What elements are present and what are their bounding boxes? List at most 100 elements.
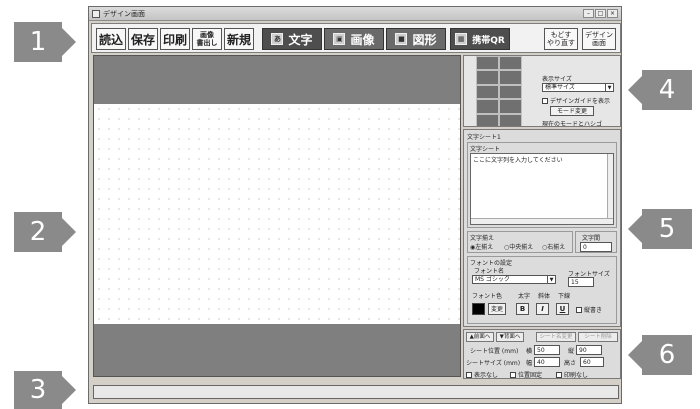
print-button[interactable]: 印刷 <box>160 28 190 50</box>
callout-3-label: 3 <box>14 371 62 409</box>
close-icon[interactable]: × <box>607 9 618 18</box>
font-size-stepper[interactable]: 15 <box>568 277 594 287</box>
main-toolbar: 読込 保存 印刷 画像 書出し 新規 あ 文字 ▣ 画像 ■ 図形 ▦ 携帯QR… <box>91 23 621 53</box>
checkbox-icon <box>542 97 548 104</box>
shape-mode-button[interactable]: ■ 図形 <box>386 28 446 50</box>
qr-mode-label: 携帯QR <box>472 35 505 46</box>
italic-label: 斜体 <box>538 293 551 300</box>
align-right-label: 右揃え <box>547 244 566 251</box>
design-guide-label: デザインガイドを表示 <box>550 98 611 105</box>
image-mode-button[interactable]: ▣ 画像 <box>324 28 384 50</box>
thumbnail-cell[interactable] <box>499 113 522 126</box>
align-left-radio[interactable]: ◉左揃え <box>470 242 493 251</box>
vertical-writing-label: 縦書き <box>584 307 603 314</box>
thumbnail-cell[interactable] <box>499 84 522 100</box>
callout-3-arrow <box>62 376 76 404</box>
thumbnail-cell[interactable] <box>476 70 499 85</box>
text-input-area[interactable]: ここに文字列を入力してください <box>470 153 614 225</box>
design-screen-button[interactable]: デザイン 画面 <box>582 28 616 50</box>
text-mode-button[interactable]: あ 文字 <box>262 28 322 50</box>
y-value: 90 <box>579 347 587 354</box>
app-window: デザイン画面 – □ × 読込 保存 印刷 画像 書出し 新規 あ 文字 ▣ 画… <box>88 6 622 404</box>
x-value: 50 <box>537 347 545 354</box>
callout-6-arrow <box>628 341 642 369</box>
hide-checkbox[interactable]: 表示なし <box>466 370 498 379</box>
spacing-value: 0 <box>583 244 587 251</box>
thumbnail-grid[interactable] <box>476 56 522 126</box>
text-sheet-group-label: 文字シート <box>470 146 501 153</box>
thumbnail-cell[interactable] <box>499 56 522 71</box>
app-icon <box>92 10 100 18</box>
thumbnail-cell[interactable] <box>499 70 522 85</box>
qr-mode-button[interactable]: ▦ 携帯QR <box>450 28 510 50</box>
bring-front-button[interactable]: ▲前面へ <box>466 332 494 342</box>
font-name-select[interactable]: MS ゴシック ▼ <box>472 275 556 284</box>
display-size-select[interactable]: 標準サイズ ▼ <box>542 83 614 92</box>
callout-1-label: 1 <box>14 22 62 62</box>
delete-sheet-button[interactable]: シート削除 <box>578 332 618 342</box>
underline-label: 下線 <box>558 293 571 300</box>
vertical-writing-checkbox[interactable]: 縦書き <box>576 305 602 314</box>
no-print-checkbox[interactable]: 印刷なし <box>556 370 588 379</box>
window-controls: – □ × <box>583 9 618 18</box>
italic-button[interactable]: I <box>536 303 549 315</box>
height-stepper[interactable]: 60 <box>580 357 604 367</box>
display-size-label: 表示サイズ <box>542 76 572 83</box>
font-color-label: フォント色 <box>472 293 503 300</box>
lock-position-label: 位置固定 <box>518 372 543 379</box>
design-screen-label: デザイン 画面 <box>585 31 613 47</box>
sheet-position-panel: ▲前面へ ▼背面へ シート名変更 シート削除 シート位置 (mm) 横 50 縦… <box>463 329 621 379</box>
callout-5-label: 5 <box>642 209 692 249</box>
spacing-group: 文字間 0 <box>575 231 617 253</box>
hide-label: 表示なし <box>474 372 499 379</box>
font-settings-group: フォントの設定 フォント名 MS ゴシック ▼ フォントサイズ 15 フォント色… <box>467 256 617 324</box>
design-canvas[interactable] <box>93 55 461 377</box>
image-icon: ▣ <box>333 33 346 45</box>
checkbox-icon <box>556 371 562 378</box>
x-stepper[interactable]: 50 <box>534 345 560 355</box>
width-stepper[interactable]: 40 <box>534 357 560 367</box>
undo-redo-button[interactable]: もどす やり直す <box>544 28 578 50</box>
font-color-swatch[interactable] <box>472 303 485 315</box>
display-panel: 表示サイズ 標準サイズ ▼ デザインガイドを表示 モード変更 現在のモードとハシ… <box>463 55 621 127</box>
bold-button[interactable]: B <box>516 303 529 315</box>
change-color-button[interactable]: 変更 <box>488 303 506 315</box>
thumbnail-cell[interactable] <box>499 99 522 114</box>
thumbnail-cell[interactable] <box>476 113 499 126</box>
callout-1-arrow <box>62 28 76 56</box>
font-name-value: MS ゴシック <box>475 276 510 283</box>
save-button[interactable]: 保存 <box>128 28 158 50</box>
new-button[interactable]: 新規 <box>224 28 254 50</box>
underline-button[interactable]: U <box>556 303 569 315</box>
horizontal-scrollbar[interactable] <box>471 218 613 224</box>
maximize-icon[interactable]: □ <box>595 9 606 18</box>
export-image-button[interactable]: 画像 書出し <box>192 28 222 50</box>
callout-4-arrow <box>628 76 642 104</box>
checkbox-icon <box>576 306 582 313</box>
y-stepper[interactable]: 90 <box>576 345 602 355</box>
text-input-placeholder: ここに文字列を入力してください <box>473 157 563 164</box>
align-right-radio[interactable]: ○右揃え <box>542 242 565 251</box>
thumbnail-cell[interactable] <box>476 99 499 114</box>
spacing-stepper[interactable]: 0 <box>580 242 612 252</box>
canvas-paper[interactable] <box>94 104 460 324</box>
height-value: 60 <box>583 359 591 366</box>
send-back-button[interactable]: ▼背面へ <box>496 332 524 342</box>
text-sheet-group: 文字シート ここに文字列を入力してください <box>467 142 617 228</box>
lock-position-checkbox[interactable]: 位置固定 <box>510 370 542 379</box>
font-name-label: フォント名 <box>474 268 505 275</box>
align-center-radio[interactable]: ○中央揃え <box>504 242 533 251</box>
rename-sheet-button[interactable]: シート名変更 <box>536 332 576 342</box>
design-guide-checkbox[interactable]: デザインガイドを表示 <box>542 96 610 105</box>
align-left-label: 左揃え <box>475 244 494 251</box>
font-size-value: 15 <box>571 279 579 286</box>
mode-change-button[interactable]: モード変更 <box>550 106 594 116</box>
thumbnail-cell[interactable] <box>476 56 499 71</box>
load-button[interactable]: 読込 <box>96 28 126 50</box>
thumbnail-cell[interactable] <box>476 84 499 100</box>
vertical-scrollbar[interactable] <box>607 154 613 224</box>
chevron-down-icon: ▼ <box>547 276 555 283</box>
no-print-label: 印刷なし <box>564 372 589 379</box>
minimize-icon[interactable]: – <box>583 9 594 18</box>
alignment-label: 文字揃え <box>470 235 495 242</box>
